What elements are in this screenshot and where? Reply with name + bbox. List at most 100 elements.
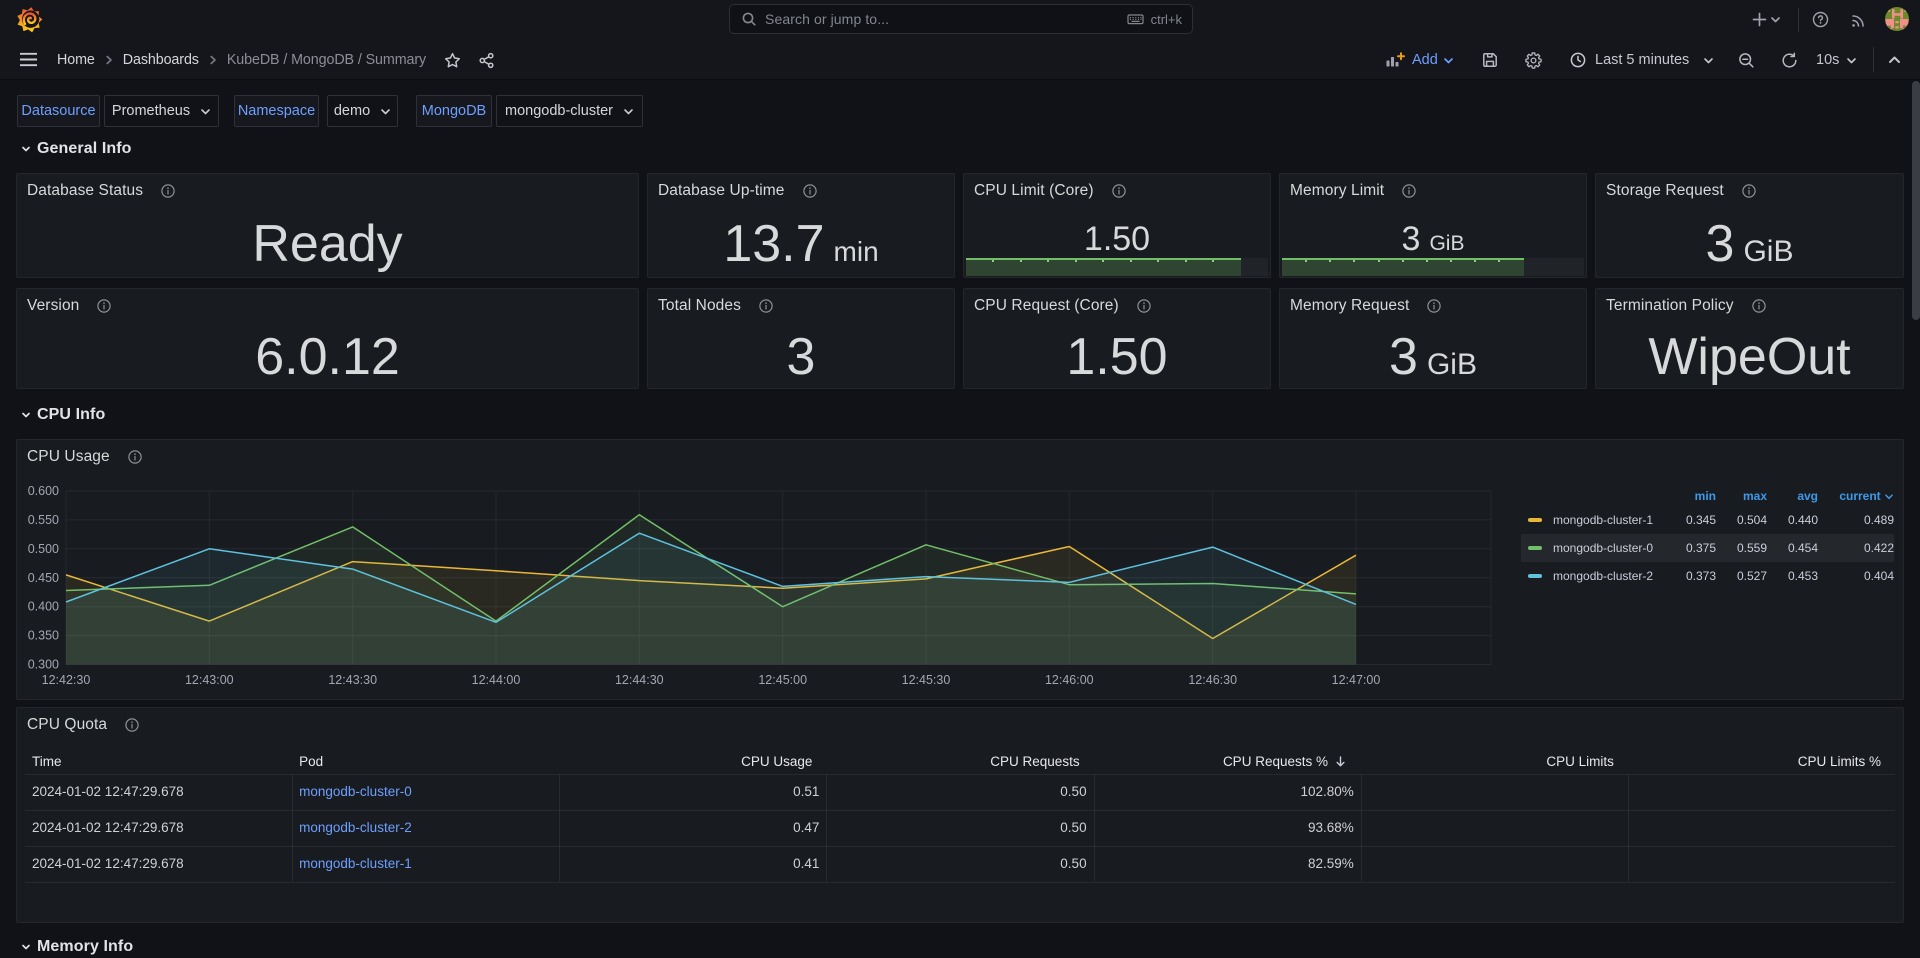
table-header-cpu_limits[interactable]: CPU Limits bbox=[1361, 747, 1614, 776]
breadcrumb-dashboards[interactable]: Dashboards bbox=[123, 52, 199, 68]
pod-link[interactable]: mongodb-cluster-0 bbox=[299, 784, 412, 799]
section-memory-info[interactable]: Memory Info bbox=[20, 937, 133, 957]
user-avatar[interactable] bbox=[1885, 7, 1909, 31]
info-icon[interactable] bbox=[1402, 184, 1416, 198]
table-cell-time: 2024-01-02 12:47:29.678 bbox=[32, 774, 285, 810]
info-icon[interactable] bbox=[125, 718, 139, 732]
section-cpu-info[interactable]: CPU Info bbox=[20, 405, 105, 425]
grafana-logo[interactable] bbox=[16, 6, 43, 33]
variable-label-mongodb: MongoDB bbox=[416, 95, 492, 127]
panel-header[interactable]: Version bbox=[17, 289, 638, 315]
stat-value: 1.50 bbox=[964, 218, 1270, 260]
share-icon[interactable] bbox=[478, 52, 495, 69]
panel-total-nodes: Total Nodes3 bbox=[647, 288, 955, 389]
favorite-star-icon[interactable] bbox=[444, 52, 461, 69]
refresh-icon[interactable] bbox=[1781, 52, 1798, 69]
save-dashboard-icon[interactable] bbox=[1482, 52, 1498, 68]
stat-value: 3GiB bbox=[1280, 218, 1586, 260]
table-header-time[interactable]: Time bbox=[32, 747, 285, 776]
legend-row-mongodb-cluster-0[interactable]: mongodb-cluster-00.3750.5590.4540.422 bbox=[1521, 534, 1894, 562]
settings-gear-icon[interactable] bbox=[1525, 52, 1542, 69]
info-icon[interactable] bbox=[759, 299, 773, 313]
legend-row-mongodb-cluster-1[interactable]: mongodb-cluster-10.3450.5040.4400.489 bbox=[1521, 506, 1894, 534]
section-general-info[interactable]: General Info bbox=[20, 139, 132, 159]
gauge-tick bbox=[1498, 260, 1500, 262]
breadcrumb-dashboard-title: KubeDB / MongoDB / Summary bbox=[227, 52, 426, 68]
keyboard-icon bbox=[1127, 12, 1144, 26]
gauge-tick bbox=[1426, 260, 1428, 262]
table-cell-pod[interactable]: mongodb-cluster-1 bbox=[299, 846, 552, 882]
panel-title: Database Up-time bbox=[658, 182, 785, 200]
help-icon[interactable] bbox=[1812, 11, 1829, 28]
table-header-cpu_usage[interactable]: CPU Usage bbox=[559, 747, 812, 776]
breadcrumb-chevron-icon bbox=[103, 54, 115, 66]
info-icon[interactable] bbox=[803, 184, 817, 198]
legend-column-max[interactable]: max bbox=[1716, 486, 1767, 506]
time-range-picker[interactable]: Last 5 minutes bbox=[1570, 40, 1714, 80]
x-axis-label: 12:45:00 bbox=[758, 673, 807, 687]
panel-header[interactable]: Database Status bbox=[17, 174, 638, 200]
panel-header[interactable]: CPU Request (Core) bbox=[964, 289, 1270, 315]
x-axis-label: 12:42:30 bbox=[42, 673, 91, 687]
panel-storage-request: Storage Request3GiB bbox=[1595, 173, 1904, 278]
table-cell-pod[interactable]: mongodb-cluster-0 bbox=[299, 774, 552, 810]
panel-title: CPU Request (Core) bbox=[974, 297, 1119, 315]
legend-row-mongodb-cluster-2[interactable]: mongodb-cluster-20.3730.5270.4530.404 bbox=[1521, 562, 1894, 590]
search-placeholder: Search or jump to... bbox=[765, 11, 889, 27]
variable-select-namespace[interactable]: demo bbox=[327, 95, 398, 127]
info-icon[interactable] bbox=[1112, 184, 1126, 198]
topbar-divider bbox=[1798, 8, 1799, 32]
time-range-chevron-down-icon bbox=[1703, 56, 1714, 65]
panel-header[interactable]: Termination Policy bbox=[1596, 289, 1903, 315]
variable-select-datasource[interactable]: Prometheus bbox=[104, 95, 219, 127]
table-header-cpu_requests_pct[interactable]: CPU Requests % bbox=[1094, 747, 1347, 776]
table-cell-pod[interactable]: mongodb-cluster-2 bbox=[299, 810, 552, 846]
collapse-toolbar-caret-icon[interactable] bbox=[1888, 54, 1901, 65]
table-header-cpu_requests[interactable]: CPU Requests bbox=[826, 747, 1079, 776]
breadcrumb-home[interactable]: Home bbox=[57, 52, 95, 68]
pod-link[interactable]: mongodb-cluster-2 bbox=[299, 820, 412, 835]
scrollbar-thumb[interactable] bbox=[1912, 81, 1920, 320]
panel-header[interactable]: CPU Limit (Core) bbox=[964, 174, 1270, 200]
table-cell-cpu_requests: 0.50 bbox=[833, 846, 1086, 882]
panel-header[interactable]: Memory Limit bbox=[1280, 174, 1586, 200]
table-column-divider bbox=[1094, 774, 1095, 882]
zoom-out-icon[interactable] bbox=[1738, 52, 1755, 69]
add-panel-icon bbox=[1385, 50, 1405, 70]
panel-header[interactable]: Total Nodes bbox=[648, 289, 954, 315]
panel-header[interactable]: CPU Quota bbox=[17, 708, 1903, 734]
info-icon[interactable] bbox=[1137, 299, 1151, 313]
table-header-pod[interactable]: Pod bbox=[299, 747, 552, 776]
pod-link[interactable]: mongodb-cluster-1 bbox=[299, 856, 412, 871]
info-icon[interactable] bbox=[97, 299, 111, 313]
add-button[interactable]: Add bbox=[1385, 40, 1454, 80]
legend-column-avg[interactable]: avg bbox=[1767, 486, 1818, 506]
legend-header: minmaxavgcurrent bbox=[17, 486, 1905, 506]
info-icon[interactable] bbox=[1427, 299, 1441, 313]
panel-version: Version6.0.12 bbox=[16, 288, 639, 389]
variable-chevron-down-icon bbox=[200, 107, 211, 116]
variable-select-mongodb[interactable]: mongodb-cluster bbox=[496, 95, 643, 127]
legend-value-min: 0.345 bbox=[1665, 506, 1716, 534]
gauge-tick bbox=[1102, 260, 1104, 262]
refresh-interval-picker[interactable]: 10s bbox=[1816, 40, 1857, 80]
table-header-cpu_limits_pct[interactable]: CPU Limits % bbox=[1628, 747, 1881, 776]
new-plus-icon[interactable] bbox=[1752, 12, 1767, 27]
panel-header[interactable]: Storage Request bbox=[1596, 174, 1903, 200]
info-icon[interactable] bbox=[1752, 299, 1766, 313]
panel-title: Termination Policy bbox=[1606, 297, 1734, 315]
x-axis-label: 12:43:30 bbox=[328, 673, 377, 687]
legend-column-min[interactable]: min bbox=[1665, 486, 1716, 506]
rss-icon[interactable] bbox=[1851, 11, 1868, 28]
table-cell-cpu_requests_pct: 82.59% bbox=[1101, 846, 1354, 882]
search-input[interactable]: Search or jump to... ctrl+k bbox=[729, 4, 1193, 34]
legend-column-current[interactable]: current bbox=[1818, 486, 1894, 506]
info-icon[interactable] bbox=[1742, 184, 1756, 198]
variable-chevron-down-icon bbox=[380, 107, 391, 116]
new-chevron-down-icon[interactable] bbox=[1770, 15, 1781, 24]
info-icon[interactable] bbox=[161, 184, 175, 198]
panel-header[interactable]: Database Up-time bbox=[648, 174, 954, 200]
panel-header[interactable]: Memory Request bbox=[1280, 289, 1586, 315]
x-axis-label: 12:43:00 bbox=[185, 673, 234, 687]
menu-icon[interactable] bbox=[19, 51, 38, 68]
